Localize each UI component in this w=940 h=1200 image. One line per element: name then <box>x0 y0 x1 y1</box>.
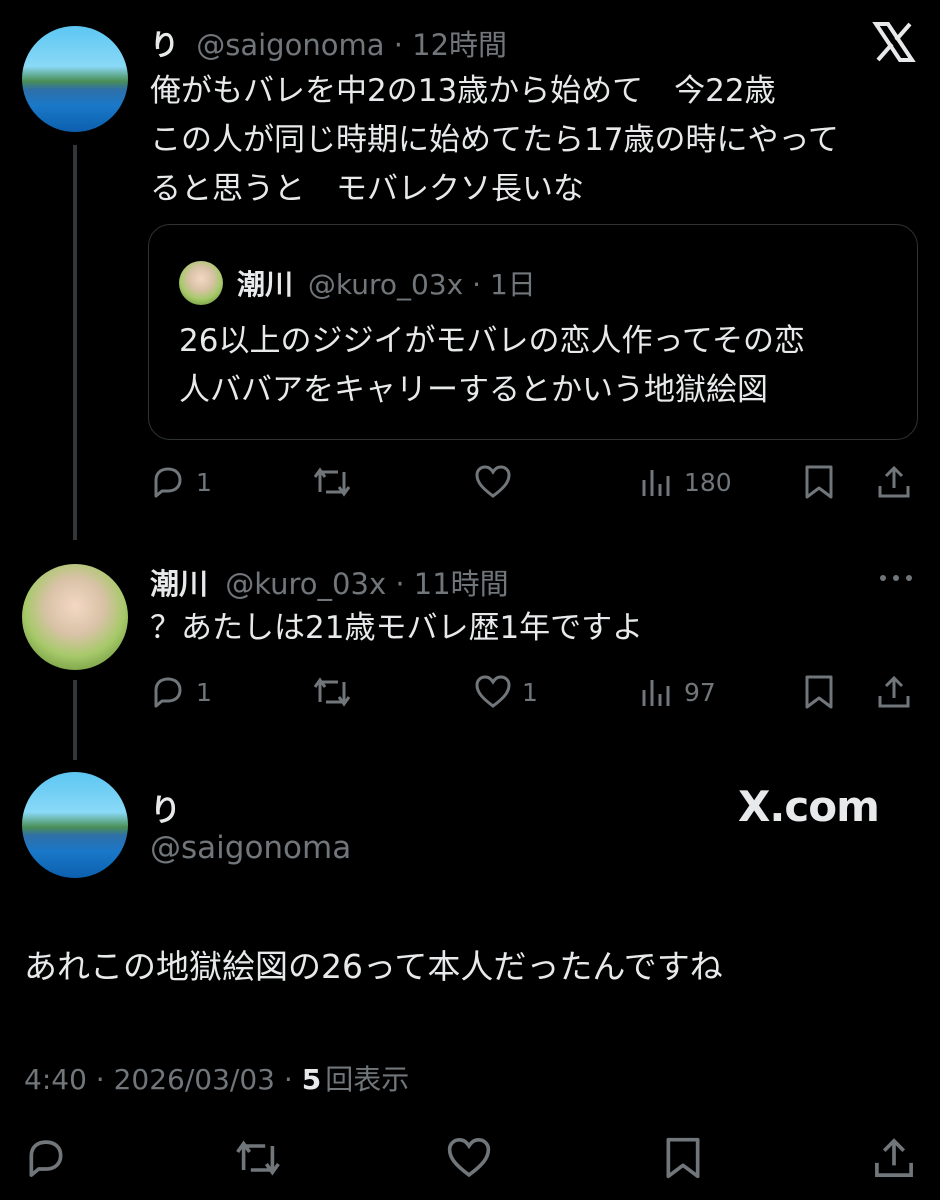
views-count: 180 <box>684 467 732 497</box>
separator: · <box>95 1063 105 1096</box>
quote-text-line: 26以上のジジイがモバレの恋人作ってその恋 <box>179 323 805 359</box>
like-icon <box>475 465 511 498</box>
bookmark-icon <box>805 675 833 709</box>
retweet-icon <box>236 1140 280 1176</box>
share-icon <box>878 675 910 708</box>
post-time[interactable]: 4:40 <box>24 1063 87 1096</box>
quote-text: 26以上のジジイがモバレの恋人作ってその恋 人ババアをキャリーするとかいう地獄絵… <box>179 317 805 415</box>
bookmark-button[interactable] <box>663 1136 703 1180</box>
bookmark-button[interactable] <box>803 464 835 500</box>
post-header: 潮川 @kuro_03x · 11時間 <box>150 561 509 603</box>
views-button[interactable]: 180 <box>640 464 732 500</box>
more-icon <box>880 575 912 581</box>
reply-button[interactable]: 1 <box>150 674 212 710</box>
post-date[interactable]: 2026/03/03 <box>114 1063 275 1096</box>
retweet-button[interactable] <box>234 1136 282 1180</box>
like-button[interactable] <box>446 1136 492 1180</box>
post-text-line: 俺がもバレを中2の13歳から始めて 今22歳 <box>150 73 776 109</box>
reply-icon <box>154 677 182 708</box>
main-post-text: あれこの地獄絵図の26って本人だったんですね <box>24 947 723 986</box>
post-header: り @saigonoma · 12時間 <box>150 22 507 64</box>
views-button[interactable]: 97 <box>640 674 716 710</box>
timestamp[interactable]: 12時間 <box>412 28 507 62</box>
views-count: 97 <box>684 677 716 707</box>
share-button[interactable] <box>876 674 912 710</box>
author-handle[interactable]: @saigonoma <box>150 830 351 866</box>
post-text-line: ると思うと モバレクソ長いな <box>150 171 584 207</box>
share-button[interactable] <box>872 1136 916 1180</box>
like-button[interactable] <box>474 464 512 500</box>
avatar[interactable] <box>22 564 128 670</box>
avatar[interactable] <box>22 772 128 878</box>
separator: · <box>393 28 403 62</box>
post-meta: 4:40 · 2026/03/03 · 5 回表示 <box>24 1058 409 1098</box>
author-handle[interactable]: @kuro_03x <box>225 567 386 601</box>
author-name[interactable]: り <box>150 28 179 62</box>
reply-count: 1 <box>196 467 212 497</box>
post-text: ？あたしは21歳モバレ歴1年ですよ <box>150 610 644 646</box>
post-text-line: この人が同じ時期に始めてたら17歳の時にやって <box>150 122 839 158</box>
author-handle[interactable]: @saigonoma <box>196 28 384 62</box>
bookmark-button[interactable] <box>803 674 835 710</box>
quote-text-line: 人ババアをキャリーするとかいう地獄絵図 <box>179 372 768 408</box>
like-icon <box>447 1138 491 1178</box>
retweet-button[interactable] <box>312 464 352 500</box>
bookmark-icon <box>805 465 833 499</box>
quote-author-handle: @kuro_03x <box>307 268 464 301</box>
timestamp[interactable]: 11時間 <box>414 567 509 601</box>
views-icon <box>642 470 670 496</box>
retweet-button[interactable] <box>312 674 352 710</box>
reply-button[interactable]: 1 <box>150 464 212 500</box>
x-logo-icon <box>872 20 916 64</box>
quote-author-name: 潮川 <box>237 268 294 301</box>
view-label: 回表示 <box>325 1063 410 1096</box>
share-icon <box>878 465 910 498</box>
more-button[interactable] <box>878 570 914 586</box>
view-count: 5 <box>301 1063 322 1096</box>
share-icon <box>875 1138 913 1177</box>
separator: · <box>283 1063 293 1096</box>
separator: · <box>395 567 405 601</box>
reply-count: 1 <box>196 677 212 707</box>
like-button[interactable]: 1 <box>474 674 538 710</box>
quoted-post[interactable]: 潮川 @kuro_03x · 1日 26以上のジジイがモバレの恋人作ってその恋 … <box>148 224 918 440</box>
post-text: 俺がもバレを中2の13歳から始めて 今22歳 この人が同じ時期に始めてたら17歳… <box>150 67 839 214</box>
quote-timestamp: 1日 <box>489 268 536 301</box>
retweet-icon <box>313 467 351 497</box>
quote-header: 潮川 @kuro_03x · 1日 <box>237 263 536 303</box>
author-name[interactable]: り <box>150 785 181 830</box>
avatar[interactable] <box>22 26 128 132</box>
separator: · <box>472 268 482 301</box>
share-button[interactable] <box>876 464 912 500</box>
like-count: 1 <box>522 677 538 707</box>
watermark: X.com <box>738 782 880 831</box>
reply-icon <box>29 1140 63 1177</box>
views-icon <box>642 680 670 706</box>
reply-icon <box>154 467 182 498</box>
retweet-icon <box>313 677 351 707</box>
like-icon <box>475 675 511 708</box>
author-name[interactable]: 潮川 <box>150 567 208 601</box>
bookmark-icon <box>666 1137 700 1179</box>
thread-line <box>73 145 77 540</box>
thread-line <box>73 680 77 760</box>
reply-button[interactable] <box>24 1136 68 1180</box>
quote-avatar <box>179 261 223 305</box>
